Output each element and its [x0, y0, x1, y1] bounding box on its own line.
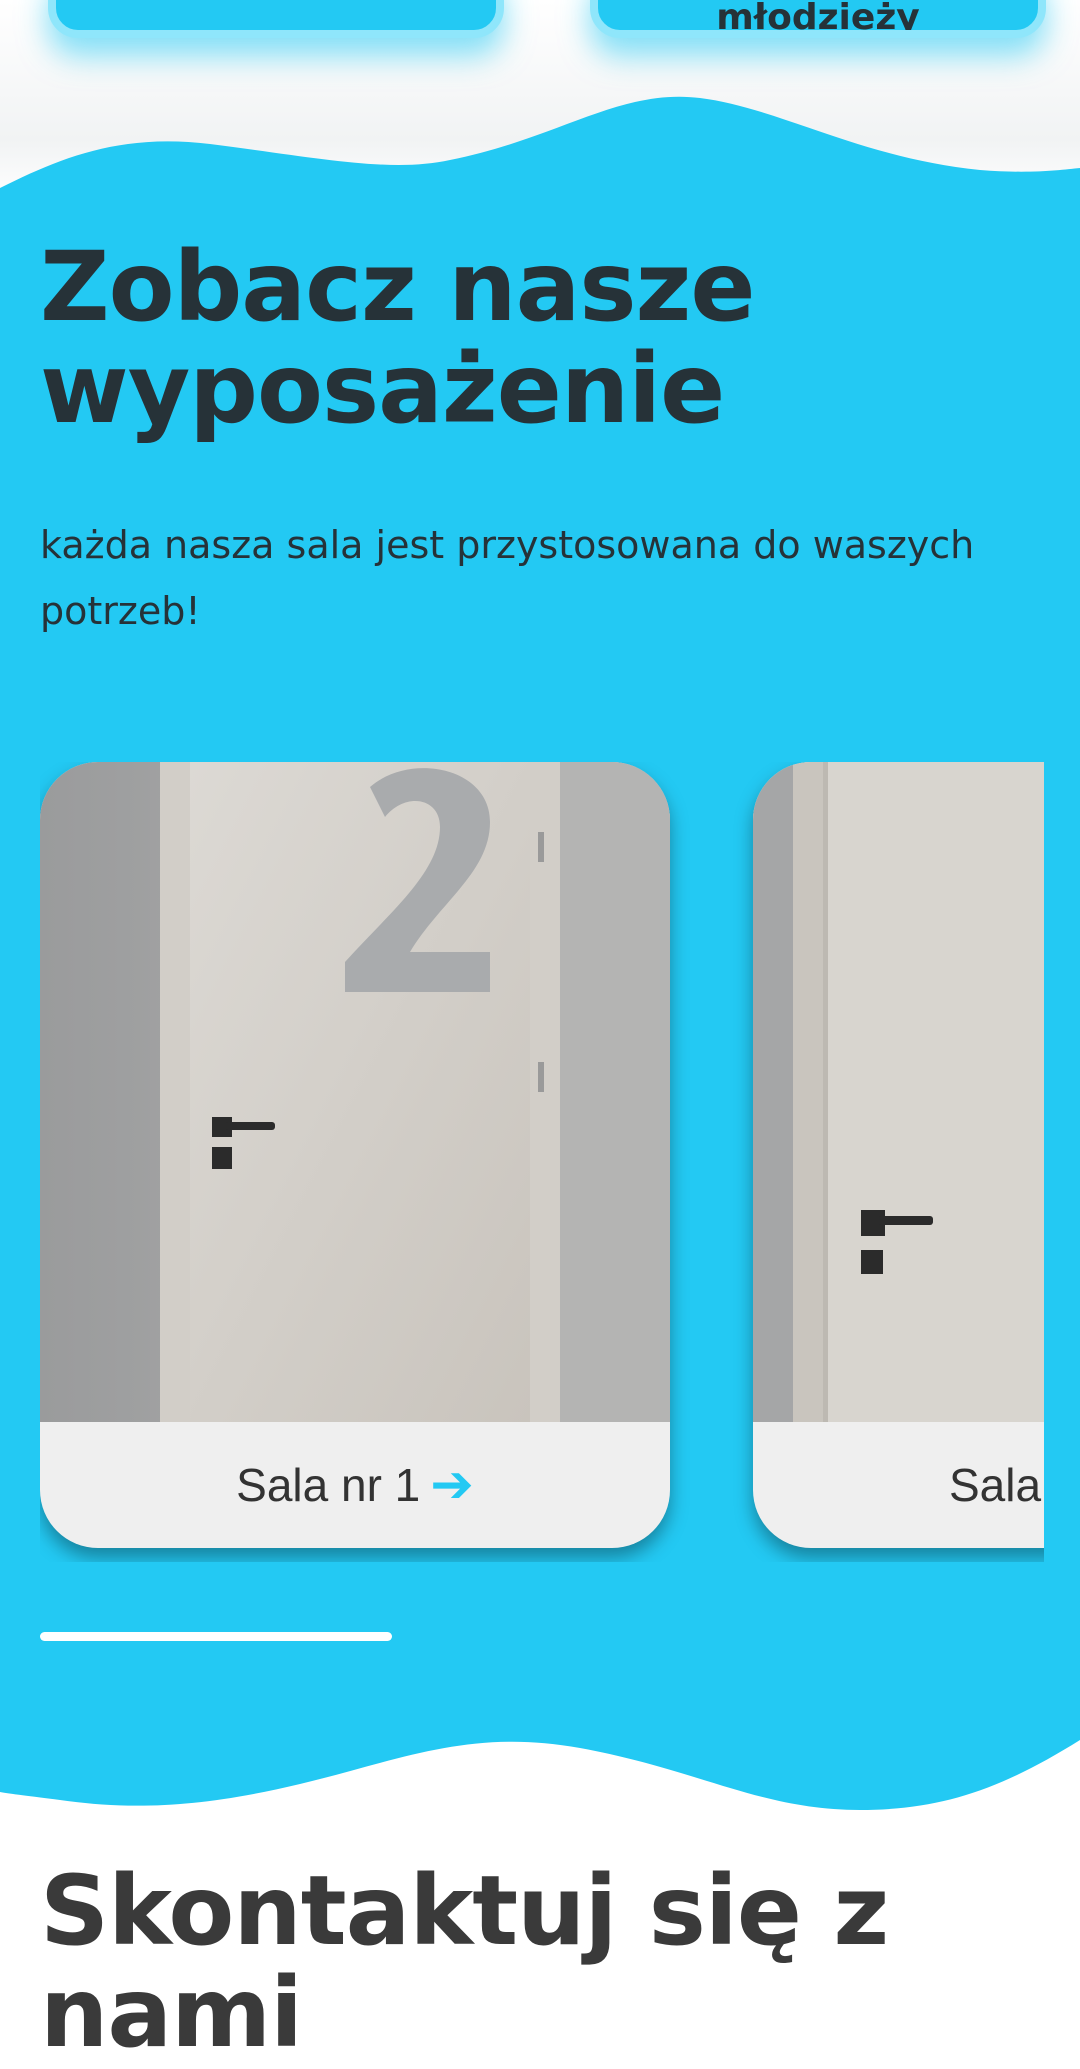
- contact-title-line2: nami: [40, 1957, 303, 2069]
- top-button-right[interactable]: młodzieży: [590, 0, 1046, 38]
- contact-title-line1: Skontaktuj się z: [40, 1855, 889, 1967]
- room-2-caption[interactable]: Sala ➔: [753, 1422, 1044, 1548]
- room-1-photo: [40, 762, 670, 1422]
- rooms-carousel[interactable]: Sala nr 1 ➔ Sala ➔: [40, 762, 1044, 1562]
- equipment-title: Zobacz nasze wyposażenie: [40, 236, 1040, 440]
- wave-divider-bottom: [0, 1700, 1080, 1810]
- room-1-caption[interactable]: Sala nr 1 ➔: [40, 1422, 670, 1548]
- room-2-label: Sala: [949, 1459, 1042, 1511]
- top-button-right-label: młodzieży: [716, 0, 920, 38]
- equipment-title-line2: wyposażenie: [40, 333, 725, 445]
- equipment-subtitle: każda nasza sala jest przystosowana do w…: [40, 523, 975, 633]
- contact-title: Skontaktuj się z nami: [40, 1860, 1040, 2064]
- wave-divider-top: [0, 96, 1080, 198]
- equipment-title-line1: Zobacz nasze: [40, 231, 756, 343]
- carousel-progress-bar: [40, 1632, 392, 1641]
- arrow-right-icon: ➔: [430, 1456, 474, 1514]
- room-card-1[interactable]: Sala nr 1 ➔: [40, 762, 670, 1548]
- room-2-photo: [753, 762, 1044, 1422]
- top-button-left[interactable]: [48, 0, 504, 38]
- room-1-label: Sala nr 1: [236, 1459, 421, 1511]
- room-card-2[interactable]: Sala ➔: [753, 762, 1044, 1548]
